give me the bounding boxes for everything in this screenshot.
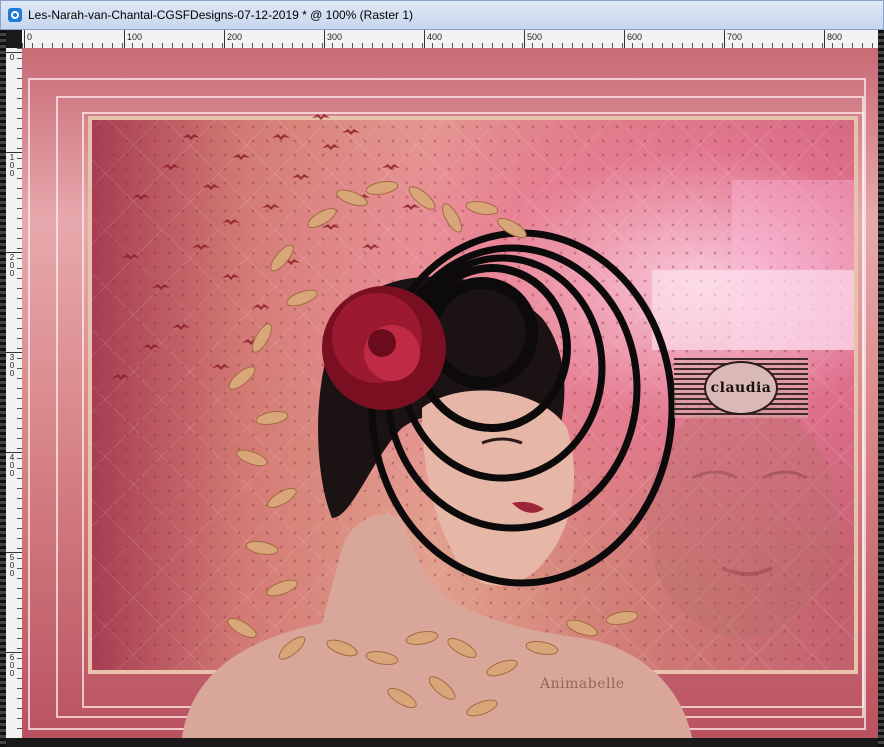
hruler-major-tick [624, 30, 625, 48]
hruler-label: 600 [627, 32, 643, 42]
claudia-logo-badge: claudia [674, 358, 808, 418]
vruler-label: 400 [9, 453, 15, 478]
horizontal-ruler[interactable]: 0 100 200 300 400 500 600 700 800 [22, 30, 878, 49]
bird-silhouette [172, 324, 190, 330]
gold-leaf [251, 323, 273, 353]
gold-leaf [227, 617, 257, 639]
bird-silhouette [322, 224, 340, 230]
gold-leaf [270, 244, 294, 272]
hruler-major-tick [524, 30, 525, 48]
hruler-label: 300 [327, 32, 343, 42]
bird-silhouette [322, 144, 340, 150]
gold-leaf [255, 410, 289, 426]
vruler-major-tick [6, 52, 22, 53]
vruler-major-tick [6, 352, 22, 353]
logo-name: claudia [710, 380, 772, 396]
bird-silhouette [202, 184, 220, 190]
vruler-label: 600 [9, 653, 15, 678]
vruler-label: 200 [9, 253, 15, 278]
vruler-major-tick [6, 452, 22, 453]
bird-silhouette [252, 304, 270, 310]
background-face [647, 398, 837, 638]
paint-shop-pro-icon [8, 8, 22, 22]
gold-leaf [336, 189, 368, 207]
bird-silhouette [362, 244, 380, 250]
bird-silhouette [182, 134, 200, 140]
gold-leaf [266, 579, 298, 597]
bird-silhouette [382, 164, 400, 170]
window-title: Les-Narah-van-Chantal-CGSFDesigns-07-12-… [28, 8, 414, 22]
bird-silhouette [222, 219, 240, 225]
vruler-major-tick [6, 152, 22, 153]
bird-silhouette [262, 204, 280, 210]
hruler-label: 500 [527, 32, 543, 42]
bird-silhouette [142, 344, 160, 350]
hruler-label: 200 [227, 32, 243, 42]
gold-leaf [566, 619, 598, 637]
logo-oval: claudia [704, 361, 778, 415]
gold-leaf [307, 207, 337, 229]
hruler-label: 400 [427, 32, 443, 42]
gold-leaf [245, 540, 279, 556]
gold-leaf [236, 449, 268, 467]
bird-silhouette [212, 364, 230, 370]
bird-silhouette [402, 204, 420, 210]
artist-watermark: Animabelle [540, 676, 625, 692]
bird-silhouette [232, 154, 250, 160]
gold-leaf [267, 487, 297, 509]
bird-silhouette [152, 284, 170, 290]
vertical-ruler[interactable]: 0 100 200 300 400 500 600 [6, 48, 23, 738]
hruler-major-tick [824, 30, 825, 48]
image-canvas[interactable]: claudia Animabelle [22, 48, 878, 738]
gold-leaf [465, 200, 499, 216]
window-edge-right [878, 30, 884, 747]
gold-leaf [605, 610, 639, 626]
vruler-major-tick [6, 652, 22, 653]
bird-silhouette [112, 374, 130, 380]
bird-silhouette [292, 174, 310, 180]
hruler-major-tick [424, 30, 425, 48]
hruler-label: 100 [127, 32, 143, 42]
hruler-major-tick [24, 30, 25, 48]
vruler-label: 300 [9, 353, 15, 378]
gold-leaf [228, 366, 256, 390]
bird-silhouette [312, 114, 330, 120]
vruler-major-tick [6, 552, 22, 553]
vruler-label: 500 [9, 553, 15, 578]
hruler-major-tick [224, 30, 225, 48]
vruler-label: 0 [9, 53, 15, 62]
hruler-major-tick [724, 30, 725, 48]
hruler-label: 800 [827, 32, 843, 42]
bird-silhouette [272, 134, 290, 140]
bird-silhouette [162, 164, 180, 170]
gold-leaf [441, 203, 463, 233]
bird-silhouette [342, 129, 360, 135]
bird-silhouette [132, 194, 150, 200]
vruler-major-tick [6, 252, 22, 253]
hruler-major-tick [124, 30, 125, 48]
hruler-major-tick [324, 30, 325, 48]
gold-leaf [365, 180, 399, 196]
bird-silhouette [222, 274, 240, 280]
window-titlebar[interactable]: Les-Narah-van-Chantal-CGSFDesigns-07-12-… [0, 0, 884, 30]
bird-silhouette [122, 254, 140, 260]
hruler-label: 0 [27, 32, 33, 42]
bird-silhouette [192, 244, 210, 250]
vruler-label: 100 [9, 153, 15, 178]
gold-leaf [286, 289, 318, 307]
hruler-label: 700 [727, 32, 743, 42]
red-peony-flower [322, 286, 446, 410]
